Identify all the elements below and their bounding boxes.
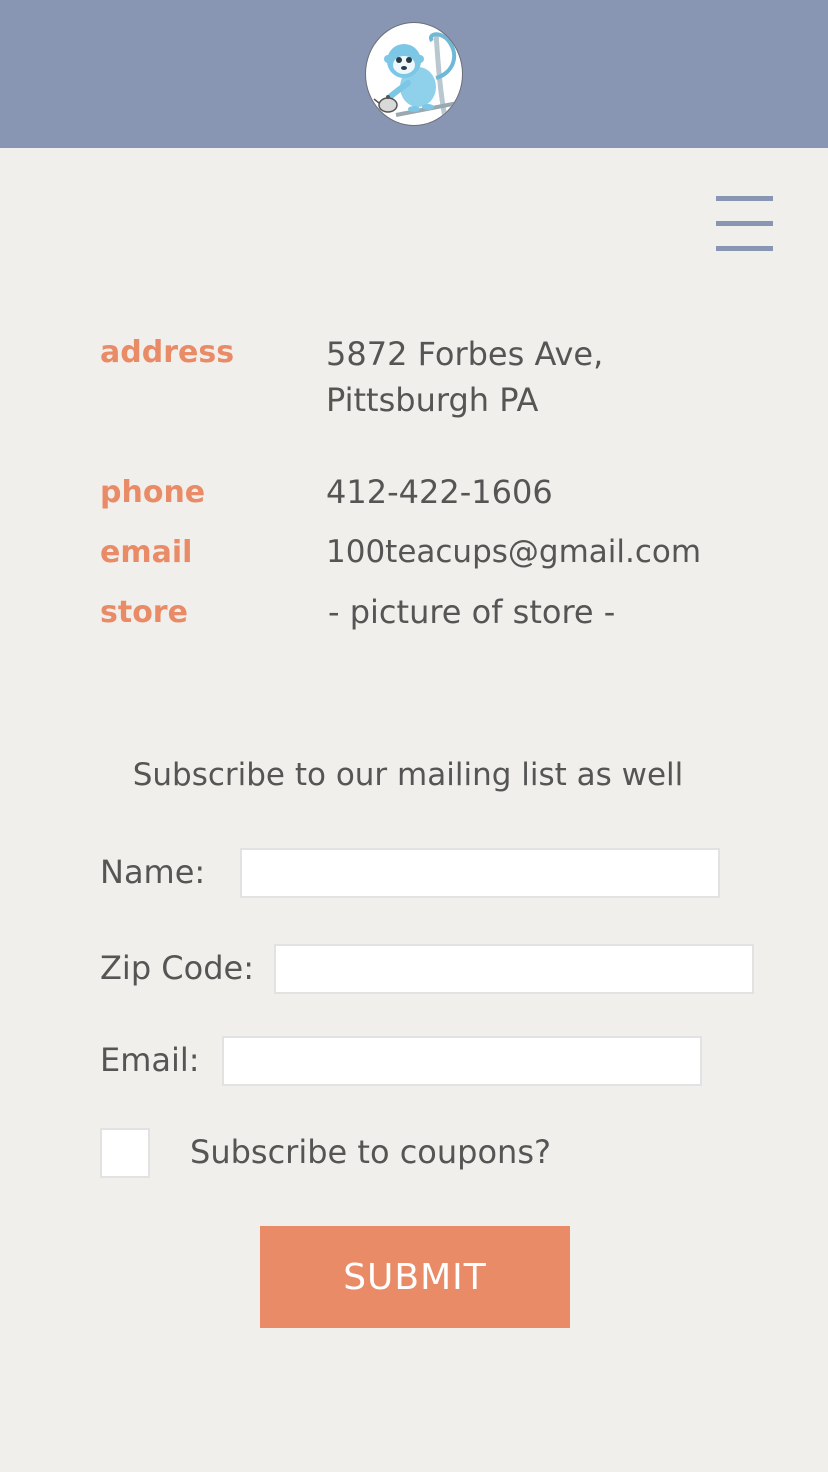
email-field-label: Email: (100, 1041, 200, 1079)
zip-code-label: Zip Code: (100, 949, 254, 987)
monkey-teapot-logo-icon[interactable] (365, 22, 463, 126)
phone-label: phone (100, 475, 206, 510)
address-line-1: 5872 Forbes Ave, (326, 335, 604, 373)
address-line-2: Pittsburgh PA (326, 381, 539, 419)
phone-value[interactable]: 412-422-1606 (326, 469, 553, 515)
email-value[interactable]: 100teacups@gmail.com (326, 529, 701, 575)
name-label: Name: (100, 853, 206, 891)
coupons-checkbox[interactable] (100, 1128, 150, 1178)
email-label: email (100, 535, 193, 570)
menu-bar (716, 221, 773, 226)
store-label: store (100, 595, 188, 630)
zip-code-input[interactable] (274, 944, 754, 994)
site-header (0, 0, 828, 148)
menu-bar (716, 246, 773, 251)
address-label: address (100, 335, 235, 370)
coupons-label: Subscribe to coupons? (190, 1133, 551, 1171)
hamburger-menu-icon[interactable] (716, 196, 773, 252)
menu-bar (716, 196, 773, 201)
name-input[interactable] (240, 848, 720, 898)
subscribe-heading: Subscribe to our mailing list as well (132, 757, 684, 793)
submit-button[interactable]: SUBMIT (260, 1226, 570, 1328)
store-picture-placeholder: - picture of store - (328, 593, 616, 631)
email-input[interactable] (222, 1036, 702, 1086)
